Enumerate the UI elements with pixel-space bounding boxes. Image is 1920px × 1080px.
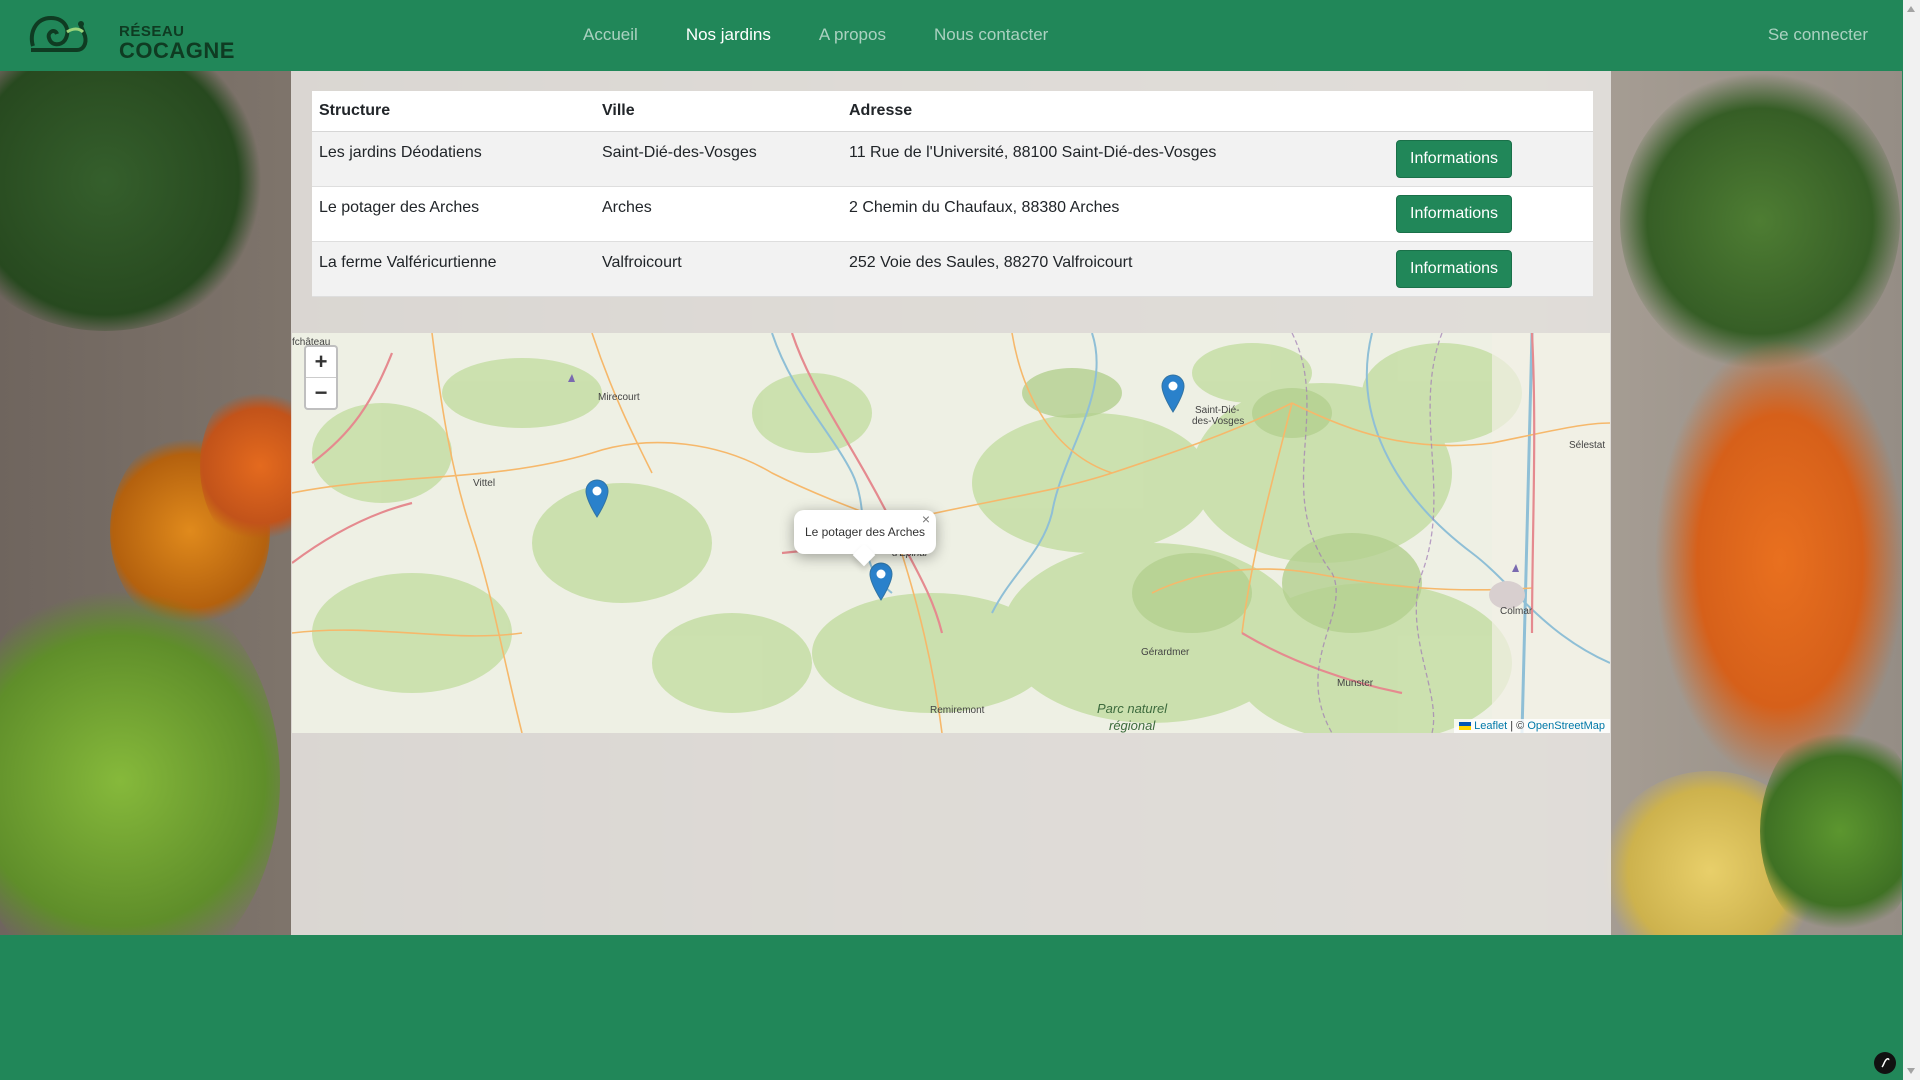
- logo-text: RÉSEAU COCAGNE: [119, 24, 235, 62]
- cell-adresse: 252 Voie des Saules, 88270 Valfroicourt: [849, 254, 1133, 271]
- place-label: Mirecourt: [598, 392, 640, 403]
- openstreetmap-link[interactable]: OpenStreetMap: [1527, 720, 1605, 732]
- place-label: des-Vosges: [1192, 416, 1245, 427]
- popup-close-icon[interactable]: ×: [922, 497, 930, 541]
- cell-adresse: 11 Rue de l'Université, 88100 Saint-Dié-…: [849, 144, 1217, 161]
- popup-text: Le potager des Arches: [804, 525, 926, 539]
- attribution-separator: | ©: [1510, 720, 1525, 732]
- place-label: Remiremont: [930, 705, 985, 716]
- place-label: Munster: [1337, 678, 1374, 689]
- col-structure: Structure: [312, 91, 595, 132]
- cell-structure: Le potager des Arches: [319, 199, 480, 216]
- zoom-control: + −: [304, 345, 338, 410]
- cell-adresse: 2 Chemin du Chaufaux, 88380 Arches: [849, 199, 1120, 216]
- place-label: Parc naturel: [1097, 701, 1168, 716]
- table-row: Le potager des Arches Arches 2 Chemin du…: [312, 186, 1593, 242]
- page-scrollbar[interactable]: [1903, 0, 1920, 1080]
- navbar: RÉSEAU COCAGNE Accueil Nos jardins A pro…: [0, 0, 1902, 71]
- ukraine-flag-icon: [1459, 722, 1472, 731]
- logo-text-top: RÉSEAU: [119, 23, 185, 40]
- town-colmar: [1489, 581, 1525, 609]
- login-link[interactable]: Se connecter: [1768, 25, 1868, 45]
- zoom-out-button[interactable]: −: [306, 378, 336, 408]
- place-label: Gérardmer: [1141, 647, 1190, 658]
- snail-logo-icon: [29, 15, 88, 52]
- cell-ville: Saint-Dié-des-Vosges: [602, 144, 757, 161]
- nav-a-propos[interactable]: A propos: [819, 25, 886, 45]
- place-label: régional: [1109, 718, 1156, 733]
- cell-structure: La ferme Valféricurtienne: [319, 254, 497, 271]
- leaflet-link[interactable]: Leaflet: [1474, 720, 1507, 732]
- cell-ville: Arches: [602, 199, 652, 216]
- scroll-down-arrow-icon[interactable]: [1907, 1068, 1915, 1074]
- zoom-in-button[interactable]: +: [306, 347, 336, 378]
- main-nav: Accueil Nos jardins A propos Nous contac…: [583, 25, 1048, 45]
- nav-nous-contacter[interactable]: Nous contacter: [934, 25, 1048, 45]
- map-marker-icon[interactable]: [1160, 373, 1186, 413]
- col-ville: Ville: [595, 91, 842, 132]
- cell-structure: Les jardins Déodatiens: [319, 144, 482, 161]
- nav-nos-jardins[interactable]: Nos jardins: [686, 25, 771, 45]
- map-marker-icon[interactable]: [868, 561, 894, 601]
- place-label: Sélestat: [1569, 440, 1606, 451]
- place-label: Vittel: [473, 478, 496, 489]
- place-label: Colmar: [1500, 606, 1533, 617]
- place-label: Saint-Dié-: [1195, 405, 1240, 416]
- gardens-map[interactable]: fchâteau Mirecourt Vittel d'Épinal Saint…: [292, 333, 1610, 733]
- informations-button[interactable]: Informations: [1396, 195, 1513, 233]
- gardens-table: Structure Ville Adresse Les jardins Déod…: [312, 91, 1593, 297]
- nav-accueil[interactable]: Accueil: [583, 25, 638, 45]
- table-row: La ferme Valféricurtienne Valfroicourt 2…: [312, 241, 1593, 297]
- col-actions: [1389, 91, 1593, 132]
- col-adresse: Adresse: [842, 91, 1389, 132]
- symfony-logo-icon: [1881, 1058, 1890, 1068]
- logo[interactable]: RÉSEAU COCAGNE: [27, 12, 234, 62]
- table-header-row: Structure Ville Adresse: [312, 91, 1593, 132]
- cell-ville: Valfroicourt: [602, 254, 682, 271]
- scroll-up-arrow-icon[interactable]: [1907, 6, 1915, 12]
- symfony-toolbar-icon[interactable]: [1874, 1052, 1896, 1074]
- table-row: Les jardins Déodatiens Saint-Dié-des-Vos…: [312, 131, 1593, 187]
- logo-text-bottom: COCAGNE: [119, 38, 235, 63]
- map-marker-icon[interactable]: [584, 478, 610, 518]
- map-attribution: Leaflet | © OpenStreetMap: [1454, 719, 1610, 733]
- marker-popup: Le potager des Arches ×: [794, 510, 936, 567]
- informations-button[interactable]: Informations: [1396, 140, 1513, 178]
- informations-button[interactable]: Informations: [1396, 250, 1513, 288]
- map-tiles: [292, 333, 1610, 733]
